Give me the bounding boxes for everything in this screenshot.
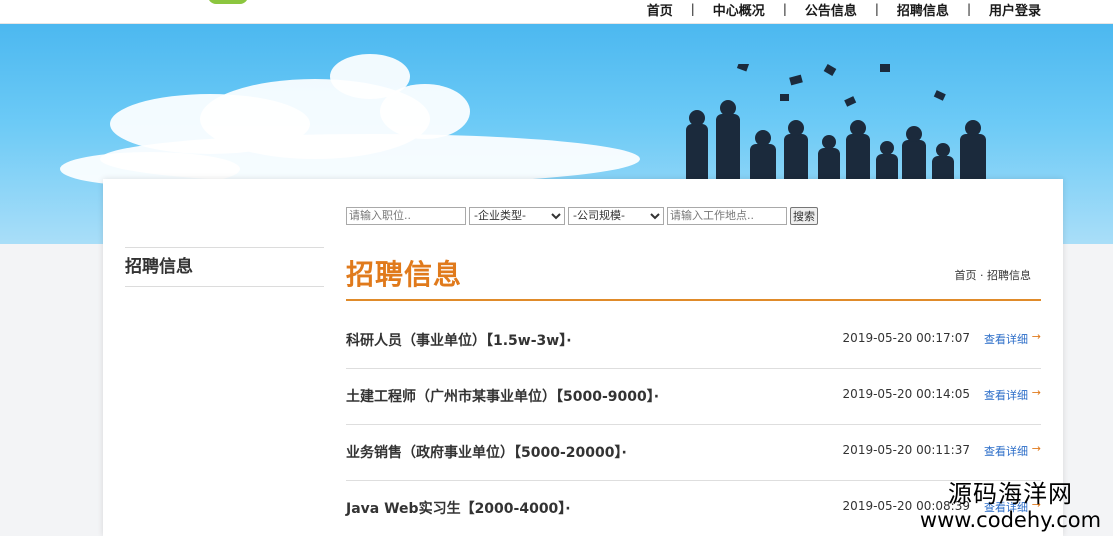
watermark-url: www.codehy.com <box>919 508 1102 532</box>
job-title-link[interactable]: Java Web实习生【2000-4000】· <box>346 498 571 518</box>
section-heading: 招聘信息 首页 · 招聘信息 <box>346 255 1041 301</box>
job-date: 2019-05-20 00:11:37 <box>842 443 970 457</box>
page-title: 招聘信息 <box>346 258 463 291</box>
sidebar-title[interactable]: 招聘信息 <box>125 247 324 287</box>
nav-item-home[interactable]: 首页 <box>647 0 673 19</box>
list-item: 业务销售（政府事业单位）【5000-20000】· 2019-05-20 00:… <box>346 425 1041 481</box>
list-item: 科研人员（事业单位）【1.5w-3w】· 2019-05-20 00:17:07… <box>346 313 1041 369</box>
job-title-link[interactable]: 业务销售（政府事业单位）【5000-20000】· <box>346 442 627 462</box>
watermark-site-name: 源码海洋网 <box>948 480 1073 508</box>
site-logo[interactable] <box>208 0 248 4</box>
arrow-right-icon: → <box>1031 442 1041 455</box>
arrow-right-icon: → <box>1031 386 1041 399</box>
job-search-form: -企业类型- -公司规模- 搜索 <box>346 206 818 225</box>
breadcrumb: 首页 · 招聘信息 <box>954 269 1032 282</box>
nav-item-user-login[interactable]: 用户登录 <box>989 0 1041 19</box>
nav-separator: | <box>690 2 695 16</box>
company-type-select[interactable]: -企业类型- <box>469 206 565 225</box>
location-input[interactable] <box>667 206 787 225</box>
job-title-link[interactable]: 科研人员（事业单位）【1.5w-3w】· <box>346 330 572 350</box>
job-date: 2019-05-20 00:14:05 <box>842 387 970 401</box>
main-nav: 首页 | 中心概况 | 公告信息 | 招聘信息 | 用户登录 <box>647 0 1041 19</box>
job-title-link[interactable]: 土建工程师（广州市某事业单位）【5000-9000】· <box>346 386 659 406</box>
company-size-select[interactable]: -公司规模- <box>568 206 664 225</box>
view-details-link[interactable]: 查看详细 <box>984 331 1028 347</box>
watermark: 源码海洋网 www.codehy.com <box>908 480 1113 536</box>
cloud-shape <box>380 84 470 139</box>
view-details-link[interactable]: 查看详细 <box>984 387 1028 403</box>
top-nav-bar: 首页 | 中心概况 | 公告信息 | 招聘信息 | 用户登录 <box>0 0 1113 24</box>
nav-separator: | <box>874 2 879 16</box>
search-button[interactable]: 搜索 <box>790 206 818 225</box>
job-date: 2019-05-20 00:17:07 <box>842 331 970 345</box>
position-input[interactable] <box>346 206 466 225</box>
arrow-right-icon: → <box>1031 330 1041 343</box>
nav-separator: | <box>782 2 787 16</box>
nav-separator: | <box>966 2 971 16</box>
list-item: 土建工程师（广州市某事业单位）【5000-9000】· 2019-05-20 0… <box>346 369 1041 425</box>
nav-item-recruitment[interactable]: 招聘信息 <box>897 0 949 19</box>
nav-item-center-overview[interactable]: 中心概况 <box>713 0 765 19</box>
nav-item-announcements[interactable]: 公告信息 <box>805 0 857 19</box>
view-details-link[interactable]: 查看详细 <box>984 443 1028 459</box>
